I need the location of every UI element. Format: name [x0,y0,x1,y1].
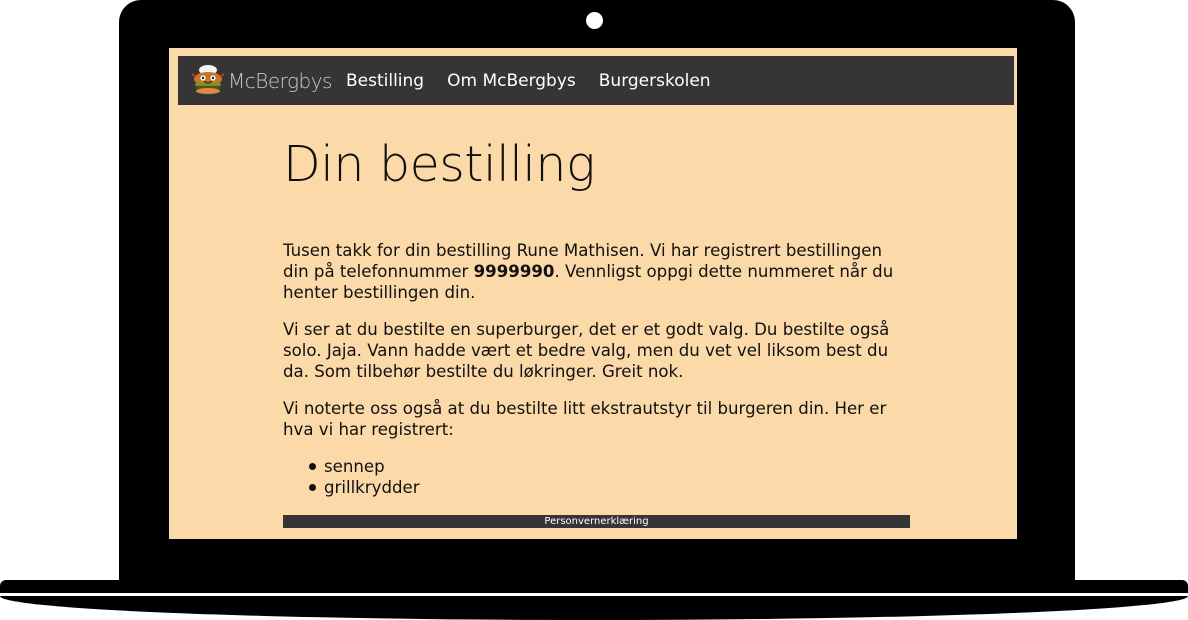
bullet-icon [309,463,316,470]
nav-link-bestilling[interactable]: Bestilling [346,71,424,91]
extra-item-label: grillkrydder [324,478,420,497]
burger-mascot-icon [191,64,225,94]
site-logo[interactable]: McBergbys [190,56,332,105]
extras-intro-paragraph: Vi noterte oss også at du bestilte litt … [283,399,887,439]
nav-link-om-mcbergbys[interactable]: Om McBergbys [447,71,576,91]
logo-text: McBergbys [228,68,332,93]
nav-link-burgerskolen[interactable]: Burgerskolen [599,71,711,91]
laptop-base-bottom [0,596,1188,620]
phone-number: 9999990 [473,262,555,281]
webcam-icon [586,12,603,29]
list-item: grillkrydder [309,477,910,498]
privacy-policy-link[interactable]: Personvernerklæring [544,516,648,527]
order-confirmation-text: Tusen takk for din bestilling Rune Mathi… [283,240,910,498]
browser-viewport: McBergbys Bestilling Om McBergbys Burger… [169,48,1017,539]
laptop-mockup: McBergbys Bestilling Om McBergbys Burger… [0,0,1188,620]
top-navbar: McBergbys Bestilling Om McBergbys Burger… [178,56,1014,105]
page-footer: Personvernerklæring [283,515,910,528]
laptop-base [0,580,1188,593]
page-title: Din bestilling [283,136,595,193]
extras-list: sennep grillkrydder [283,456,910,498]
confirmation-paragraph: Tusen takk for din bestilling Rune Mathi… [283,240,910,303]
extra-item-label: sennep [324,457,385,476]
list-item: sennep [309,456,910,477]
order-summary-paragraph: Vi ser at du bestilte en superburger, de… [283,320,890,381]
bullet-icon [309,484,316,491]
